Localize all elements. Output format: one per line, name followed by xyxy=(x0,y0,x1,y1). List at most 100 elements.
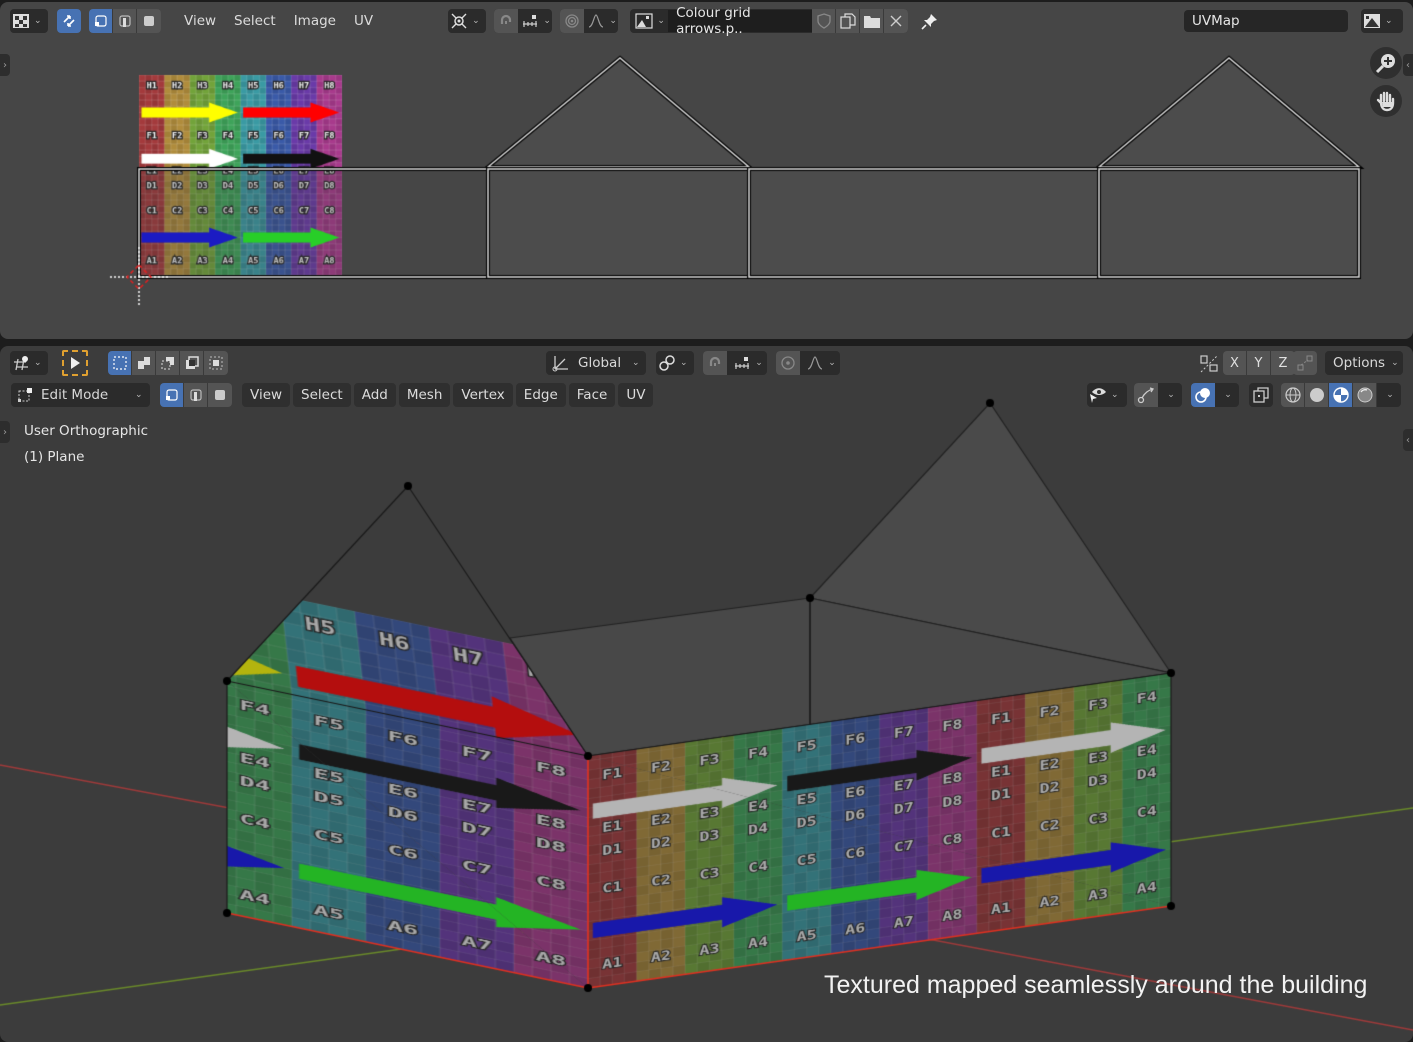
rendered-shading-button[interactable] xyxy=(1353,383,1377,407)
edit-mode-icon xyxy=(14,384,36,406)
menu-view[interactable]: View xyxy=(242,383,291,407)
mode-selector[interactable]: Edit Mode ⌄ xyxy=(11,383,150,407)
new-image-button[interactable] xyxy=(836,9,861,33)
image-display-icon xyxy=(1361,10,1383,32)
uv-map-selector[interactable]: UVMap xyxy=(1184,10,1348,32)
sidebar-expand-arrow[interactable]: ‹ xyxy=(1403,429,1413,451)
selectability-visibility-icon xyxy=(1087,384,1109,406)
material-preview-icon xyxy=(1330,384,1352,406)
image-name-field[interactable]: Colour grid arrows.p.. xyxy=(668,5,813,37)
pin-icon xyxy=(919,10,941,32)
menu-uv[interactable]: UV xyxy=(618,383,654,407)
options-dropdown[interactable]: Options ⌄ xyxy=(1325,351,1403,375)
proportional-group: ⌄ xyxy=(776,351,840,375)
select-subtract-button[interactable] xyxy=(156,351,180,375)
solid-shading-button[interactable] xyxy=(1305,383,1329,407)
edge-select-icon xyxy=(185,384,207,406)
image-browse-button[interactable]: ⌄ xyxy=(630,9,668,33)
active-tool-button[interactable] xyxy=(62,350,88,376)
snap-group: ⌄ xyxy=(494,9,553,33)
material-preview-button[interactable] xyxy=(1329,383,1353,407)
face-select-button[interactable] xyxy=(137,9,161,33)
editor-type-button[interactable]: ⌄ xyxy=(10,9,48,33)
snap-toggle[interactable] xyxy=(703,351,727,375)
pivot-point-dropdown[interactable]: ⌄ xyxy=(448,9,487,33)
chevron-down-icon: ⌄ xyxy=(1224,390,1232,400)
face-select-button[interactable] xyxy=(208,383,232,407)
gizmo-toggle[interactable] xyxy=(1134,383,1158,407)
options-label: Options xyxy=(1333,355,1386,371)
select-subtract-icon xyxy=(157,352,179,374)
overlays-dropdown[interactable]: ⌄ xyxy=(1215,383,1239,407)
sidebar-expand-arrow[interactable]: ‹ xyxy=(1403,54,1413,76)
proportional-edit-toggle[interactable] xyxy=(560,9,585,33)
unlink-image-button[interactable] xyxy=(884,9,909,33)
chevron-down-icon: ⌄ xyxy=(1111,390,1119,400)
gizmo-group: ⌄ xyxy=(1134,383,1182,407)
menu-face[interactable]: Face xyxy=(568,383,616,407)
snap-target-dropdown[interactable]: ⌄ xyxy=(727,351,767,375)
xray-toggle[interactable] xyxy=(1249,383,1273,407)
wireframe-shading-icon xyxy=(1282,384,1304,406)
edge-select-button[interactable] xyxy=(184,383,208,407)
fake-user-button[interactable] xyxy=(812,9,837,33)
chevron-down-icon: ⌄ xyxy=(34,358,42,368)
snap-magnet-icon xyxy=(495,10,517,32)
select-new-button[interactable] xyxy=(108,351,132,375)
tool-settings-dropdown[interactable]: ⌄ xyxy=(10,351,48,375)
selectability-visibility-dropdown[interactable]: ⌄ xyxy=(1087,383,1127,407)
falloff-dropdown[interactable]: ⌄ xyxy=(800,351,840,375)
sync-selection-button[interactable] xyxy=(57,9,81,33)
falloff-dropdown[interactable]: ⌄ xyxy=(584,9,618,33)
viewport-canvas[interactable] xyxy=(0,346,1413,1042)
transform-orientation-dropdown[interactable]: Global ⌄ xyxy=(546,351,646,375)
display-channels-dropdown[interactable]: ⌄ xyxy=(1361,9,1403,33)
zoom-button[interactable] xyxy=(1370,47,1402,79)
wireframe-shading-button[interactable] xyxy=(1281,383,1305,407)
falloff-curve-icon xyxy=(585,10,607,32)
snap-target-dropdown[interactable]: ⌄ xyxy=(518,9,552,33)
select-invert-button[interactable] xyxy=(180,351,204,375)
menu-uv[interactable]: UV xyxy=(345,9,382,33)
uv-canvas[interactable] xyxy=(0,2,1413,339)
overlays-toggle[interactable] xyxy=(1191,383,1215,407)
uv-select-mode-group xyxy=(89,9,161,33)
gizmo-dropdown[interactable]: ⌄ xyxy=(1158,383,1182,407)
shading-dropdown[interactable]: ⌄ xyxy=(1377,383,1401,407)
toolbar-expand-arrow[interactable]: › xyxy=(0,421,10,443)
select-extend-button[interactable] xyxy=(132,351,156,375)
menu-edge[interactable]: Edge xyxy=(515,383,566,407)
toolbar-expand-arrow[interactable]: › xyxy=(0,54,10,76)
edge-select-button[interactable] xyxy=(113,9,137,33)
snap-increment-icon xyxy=(731,352,753,374)
duplicate-icon xyxy=(837,10,859,32)
menu-image[interactable]: Image xyxy=(285,9,345,33)
menu-vertex[interactable]: Vertex xyxy=(453,383,513,407)
pin-image-button[interactable] xyxy=(918,9,942,33)
image-datablock: ⌄ Colour grid arrows.p.. xyxy=(630,5,909,37)
menu-view[interactable]: View xyxy=(175,9,225,33)
vertex-select-icon xyxy=(90,10,112,32)
auto-merge-toggle[interactable] xyxy=(1293,351,1317,375)
pan-button[interactable] xyxy=(1370,85,1402,117)
pivot-point-dropdown[interactable]: ⌄ xyxy=(656,351,694,375)
chevron-down-icon: ⌄ xyxy=(657,16,665,26)
chevron-down-icon: ⌄ xyxy=(135,390,143,400)
vertex-select-button[interactable] xyxy=(160,383,184,407)
menu-mesh[interactable]: Mesh xyxy=(398,383,451,407)
mirror-x-toggle[interactable]: X xyxy=(1223,351,1247,375)
proportional-edit-toggle[interactable] xyxy=(776,351,800,375)
uv-menu-bar: View Select Image UV xyxy=(175,9,382,33)
snap-toggle[interactable] xyxy=(494,9,519,33)
falloff-curve-icon xyxy=(804,352,826,374)
mirror-y-toggle[interactable]: Y xyxy=(1247,351,1271,375)
menu-add[interactable]: Add xyxy=(353,383,396,407)
chevron-down-icon: ⌄ xyxy=(1167,390,1175,400)
menu-select[interactable]: Select xyxy=(225,9,285,33)
select-intersect-button[interactable] xyxy=(204,351,228,375)
mirror-axes-group: X Y Z xyxy=(1223,351,1295,375)
mirror-z-toggle[interactable]: Z xyxy=(1271,351,1295,375)
vertex-select-button[interactable] xyxy=(89,9,113,33)
open-image-button[interactable] xyxy=(860,9,885,33)
menu-select[interactable]: Select xyxy=(293,383,351,407)
